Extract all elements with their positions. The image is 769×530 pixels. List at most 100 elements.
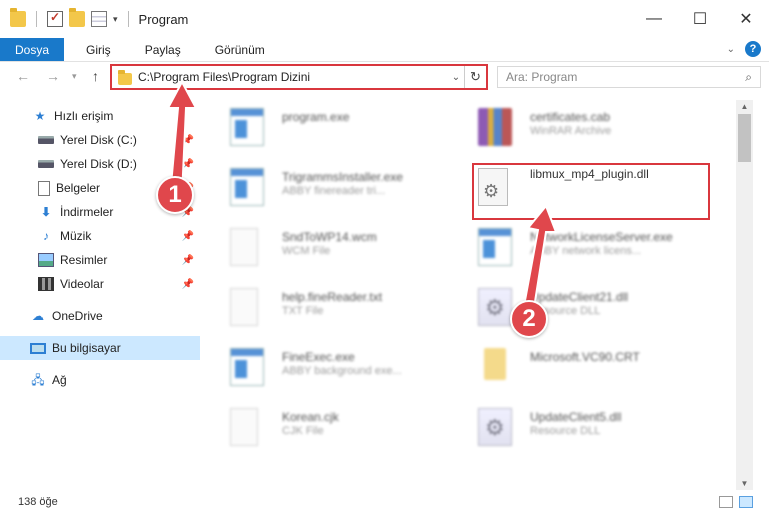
file-item[interactable]: NetworkLicenseServer.exe ABBY network li… [458,222,698,272]
vertical-scrollbar[interactable]: ▲ ▼ [736,100,753,490]
navigation-pane: ★ Hızlı erişim Yerel Disk (C:) 📌 Yerel D… [0,100,200,490]
pin-icon[interactable]: 📌 [182,135,194,146]
computer-icon [30,342,46,354]
file-item[interactable]: help.fineReader.txt TXT File [210,282,450,332]
tab-view[interactable]: Görünüm [203,38,277,61]
tiles-view-icon[interactable] [739,496,753,508]
ribbon-right: ⌄ ? [727,41,761,57]
file-type: WCM File [282,245,331,257]
folder-icon [118,69,132,85]
sidebar-item-label: Hızlı erişim [54,109,114,123]
chevron-down-icon[interactable]: ▾ [113,14,118,25]
exe-icon [230,348,264,386]
file-type: CJK File [282,425,324,437]
blank-file-icon [230,228,258,266]
drive-icon [38,136,54,144]
file-type: Resource DLL [530,425,601,437]
refresh-icon[interactable]: ↻ [464,66,486,88]
ribbon-tabs: Dosya Giriş Paylaş Görünüm ⌄ ? [0,38,769,62]
view-switcher [719,496,753,508]
file-name: TrigrammsInstaller.exe [282,170,403,184]
address-path[interactable]: C:\Program Files\Program Dizini [138,70,448,84]
up-arrow-icon[interactable]: ↑ [92,68,99,84]
file-item[interactable]: Microsoft.VC90.CRT [458,342,698,392]
download-icon: ⬇ [40,205,52,219]
forward-arrow-icon[interactable]: → [46,68,60,84]
target-file-highlight [472,163,710,220]
file-item[interactable]: FineExec.exe ABBY background exe... [210,342,450,392]
close-button[interactable]: ✕ [723,0,769,38]
exe-icon [478,228,512,266]
tab-share[interactable]: Paylaş [133,38,193,61]
window-controls: — ☐ ✕ [631,0,769,38]
back-arrow-icon[interactable]: ← [16,68,30,84]
customize-icon[interactable] [91,11,107,27]
details-view-icon[interactable] [719,496,733,508]
file-name: program.exe [282,110,350,124]
folder-icon [10,8,26,27]
pin-icon[interactable]: 📌 [182,231,194,242]
recent-chevron-icon[interactable]: ▾ [72,71,77,82]
drive-icon [38,160,54,168]
minimize-button[interactable]: — [631,0,677,38]
sidebar-item-pictures[interactable]: Resimler 📌 [0,248,200,272]
pin-icon[interactable]: 📌 [182,159,194,170]
scroll-thumb[interactable] [738,114,751,162]
pin-icon[interactable]: 📌 [182,279,194,290]
file-item[interactable]: SndToWP14.wcm WCM File [210,222,450,272]
sidebar-item-label: Müzik [60,229,92,243]
pin-icon[interactable]: 📌 [182,255,194,266]
file-name: UpdateClient5.dll [530,410,622,424]
sidebar-item-music[interactable]: ♪ Müzik 📌 [0,224,200,248]
file-list: program.exe certificates.cab WinRAR Arch… [200,100,736,490]
exe-icon [230,168,264,206]
file-item[interactable]: TrigrammsInstaller.exe ABBY finereader t… [210,162,450,212]
scroll-down-icon[interactable]: ▼ [736,479,753,488]
sidebar-item-label: Belgeler [56,181,101,195]
video-icon [38,277,54,291]
tab-file[interactable]: Dosya [0,38,65,61]
file-item[interactable]: certificates.cab WinRAR Archive [458,102,698,152]
new-folder-icon[interactable] [69,8,85,27]
file-item[interactable]: program.exe [210,102,450,152]
properties-check-icon[interactable] [47,10,63,27]
help-icon[interactable]: ? [745,41,761,57]
sidebar-item-quick-access[interactable]: ★ Hızlı erişim [0,104,200,128]
file-name: Korean.cjk [282,410,339,424]
sidebar-item-label: Yerel Disk (D:) [60,157,137,171]
sidebar-item-onedrive[interactable]: ☁ OneDrive [0,304,200,328]
chevron-down-icon[interactable]: ⌄ [448,72,464,83]
file-item[interactable]: UpdateClient21.dll Resource DLL [458,282,698,332]
network-icon: 🖧 [31,373,45,387]
tab-home[interactable]: Giriş [74,38,123,61]
step-1-badge: 1 [156,176,194,214]
file-name: certificates.cab [530,110,611,124]
sidebar-item-label: Resimler [60,253,108,267]
search-icon[interactable]: ⌕ [745,70,752,85]
scroll-up-icon[interactable]: ▲ [736,102,753,111]
exe-icon [230,108,264,146]
file-type: ABBY finereader tri... [282,185,386,197]
cloud-icon: ☁ [32,309,44,323]
maximize-button[interactable]: ☐ [677,0,723,38]
sidebar-item-disk-d[interactable]: Yerel Disk (D:) 📌 [0,152,200,176]
file-type: WinRAR Archive [530,125,612,137]
sidebar-item-this-pc[interactable]: Bu bilgisayar [0,336,200,360]
file-item[interactable]: Korean.cjk CJK File [210,402,450,452]
file-name: SndToWP14.wcm [282,230,377,244]
title-bar: ▾ Program — ☐ ✕ [0,0,769,38]
quick-access-toolbar: ▾ [0,8,133,27]
sidebar-item-network[interactable]: 🖧 Ağ [0,368,200,392]
search-input[interactable]: Ara: Program ⌕ [497,66,761,88]
file-name: Microsoft.VC90.CRT [530,350,640,364]
sidebar-item-label: İndirmeler [60,205,114,219]
address-bar[interactable]: C:\Program Files\Program Dizini ⌄ ↻ [110,64,488,90]
sidebar-item-videos[interactable]: Videolar 📌 [0,272,200,296]
expand-ribbon-icon[interactable]: ⌄ [727,44,735,55]
sidebar-item-disk-c[interactable]: Yerel Disk (C:) 📌 [0,128,200,152]
file-item[interactable]: UpdateClient5.dll Resource DLL [458,402,698,452]
blank-file-icon [230,408,258,446]
picture-icon [38,253,54,267]
document-icon [38,180,50,196]
window-title: Program [138,11,189,27]
